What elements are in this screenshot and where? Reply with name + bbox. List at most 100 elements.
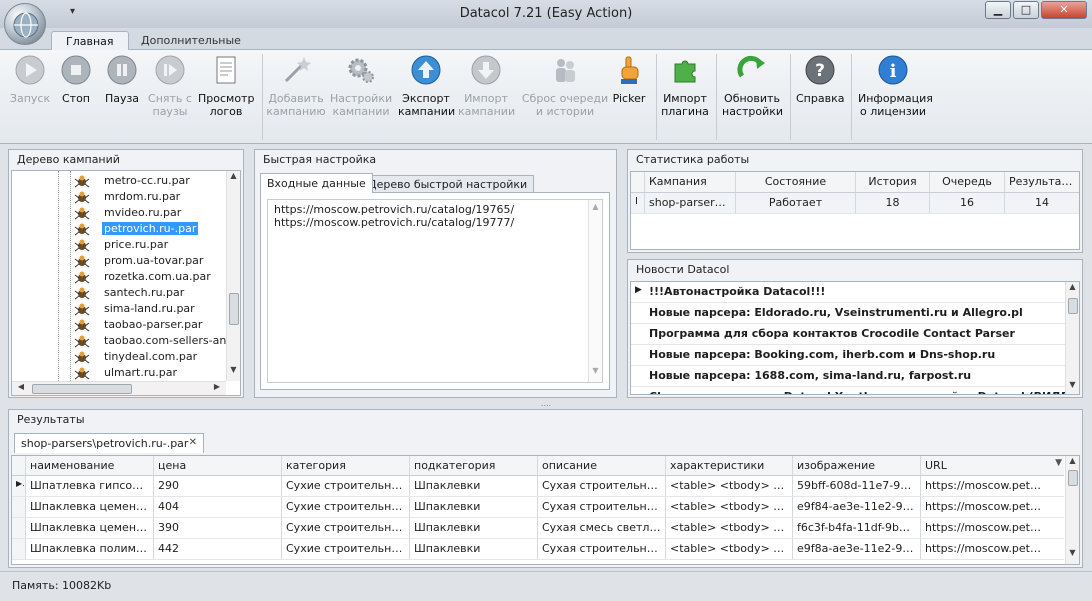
stats-row[interactable]: I shop-parsers\... Работает 18 16 14 — [631, 193, 1079, 214]
column-header[interactable]: Очередь — [930, 172, 1005, 192]
add-campaign-button[interactable]: Добавить кампанию — [266, 54, 326, 118]
app-menu-orb[interactable] — [4, 3, 46, 45]
pause-button[interactable]: Пауза — [100, 54, 144, 105]
export-campaign-button[interactable]: Экспорт кампании — [398, 54, 455, 118]
spider-robot-icon — [74, 303, 90, 316]
spider-robot-icon — [74, 191, 90, 204]
text-cursor-icon: I — [631, 193, 645, 213]
table-cell: Шпаклевки — [410, 497, 538, 517]
results-tab[interactable]: shop-parsers\petrovich.ru-.par ✕ — [14, 433, 204, 453]
urls-textarea[interactable]: https://moscow.petrovich.ru/catalog/1976… — [267, 199, 603, 383]
spider-robot-icon — [74, 223, 90, 236]
ribbon-tabs: Главная Дополнительные — [0, 28, 1092, 51]
campaign-tree[interactable]: metro-cc.ru.par mrdom.ru.par mvideo.ru.par… — [11, 170, 241, 396]
column-header[interactable]: цена — [154, 456, 282, 475]
campaign-settings-button[interactable]: Настройки кампании — [330, 54, 392, 118]
news-item[interactable]: Новые парсера: Eldorado.ru, Vseinstrumen… — [631, 303, 1065, 324]
update-settings-button[interactable]: Обновить настройки — [722, 54, 783, 118]
news-item[interactable]: Новые парсера: Booking.com, iherb.com и … — [631, 345, 1065, 366]
title-bar: ▾ Datacol 7.21 (Easy Action) ▁ □ ✕ — [0, 0, 1092, 28]
column-header[interactable]: изображение — [793, 456, 921, 475]
column-header[interactable]: URL — [921, 456, 1049, 475]
maximize-button[interactable]: □ — [1013, 1, 1039, 19]
panel-title: Результаты — [17, 413, 85, 426]
close-button[interactable]: ✕ — [1041, 1, 1087, 19]
table-cell: Шпаклевки — [410, 476, 538, 496]
news-panel: Новости Datacol ▶ !!!Автонастройка Dataco… — [627, 259, 1083, 398]
column-header[interactable]: Состояние — [736, 172, 856, 192]
table-row[interactable]: Шпаклевка цементна... 404 Сухие строительн… — [12, 497, 1064, 518]
column-header[interactable]: История — [856, 172, 930, 192]
news-scrollbar[interactable]: ▲ ▼ — [1065, 282, 1079, 394]
table-cell: 442 — [154, 539, 282, 559]
view-logs-button[interactable]: Просмотр логов — [198, 54, 254, 118]
window-title: Datacol 7.21 (Easy Action) — [459, 6, 633, 21]
tree-vertical-scrollbar[interactable]: ▲ ▼ — [226, 171, 240, 381]
ribbon-separator — [656, 54, 657, 140]
campaign-tree-panel: Дерево кампаний metro-cc.ru.par mrdom.ru.… — [8, 149, 244, 398]
column-header[interactable]: наименование — [26, 456, 154, 475]
pointing-hand-icon — [621, 56, 639, 84]
picker-button[interactable]: Picker — [610, 54, 648, 105]
play-icon — [15, 55, 45, 85]
table-cell: 290 — [154, 476, 282, 496]
input-data-area: https://moscow.petrovich.ru/catalog/1976… — [260, 192, 610, 390]
column-header[interactable]: описание — [538, 456, 666, 475]
table-row[interactable]: Шпаклевка цементна... 390 Сухие строительн… — [12, 518, 1064, 539]
tab-main[interactable]: Главная — [51, 31, 129, 51]
help-button[interactable]: ? Справка — [796, 54, 844, 105]
splitter-grip[interactable]: .... — [538, 400, 554, 408]
news-item[interactable]: ▶ !!!Автонастройка Datacol!!! — [631, 282, 1065, 303]
scroll-thumb[interactable] — [1068, 298, 1078, 314]
unpause-button[interactable]: Снять с паузы — [146, 54, 194, 118]
column-header[interactable]: подкатегория — [410, 456, 538, 475]
scroll-down-icon[interactable]: ▼ — [1066, 548, 1079, 562]
column-header[interactable]: характеристики — [666, 456, 793, 475]
scroll-up-icon[interactable]: ▲ — [589, 202, 602, 216]
start-button[interactable]: Запуск — [8, 54, 52, 105]
spider-robot-icon — [74, 319, 90, 332]
table-row[interactable]: Шпаклевка полимерн... 442 Сухие строительн… — [12, 539, 1064, 560]
news-item[interactable]: Новые парсера: 1688.com, sima-land.ru, f… — [631, 366, 1065, 387]
tree-item-label: price.ru.par — [104, 238, 169, 251]
scroll-right-icon[interactable]: ▶ — [210, 382, 224, 395]
news-item[interactable]: Программа для сбора контактов Crocodile … — [631, 324, 1065, 345]
scroll-up-icon[interactable]: ▲ — [1066, 456, 1079, 470]
filter-icon[interactable]: ▼ — [1055, 458, 1062, 468]
stop-button[interactable]: Стоп — [54, 54, 98, 105]
results-scrollbar[interactable]: ▲ ▼ — [1065, 456, 1079, 564]
scroll-up-icon[interactable]: ▲ — [227, 171, 240, 185]
scroll-down-icon[interactable]: ▼ — [589, 366, 602, 380]
scroll-down-icon[interactable]: ▼ — [227, 365, 240, 379]
scroll-down-icon[interactable]: ▼ — [1066, 380, 1079, 394]
column-header[interactable]: категория — [282, 456, 410, 475]
tree-horizontal-scrollbar[interactable]: ◀ ▶ — [12, 381, 226, 395]
scroll-thumb[interactable] — [229, 293, 239, 325]
table-cell: <table> <tbody> <tr... — [666, 476, 793, 496]
column-header[interactable]: Результаты — [1005, 172, 1079, 192]
table-row[interactable]: ▶ Шпатлевка гипсовая ... 290 Сухие строител… — [12, 476, 1064, 497]
scroll-up-icon[interactable]: ▲ — [1066, 282, 1079, 296]
table-cell: Шпаклевка цементна... — [26, 497, 154, 517]
tab-input-data[interactable]: Входные данные — [260, 173, 373, 193]
table-cell: Шпаклевка цементна... — [26, 518, 154, 538]
scroll-thumb[interactable] — [1068, 470, 1078, 486]
import-plugin-button[interactable]: Импорт плагина — [660, 54, 710, 118]
close-tab-icon[interactable]: ✕ — [189, 437, 197, 448]
license-info-button[interactable]: i Информация о лицензии — [858, 54, 933, 118]
column-header[interactable]: Кампания — [645, 172, 736, 192]
reset-queue-button[interactable]: Сброс очереди и истории — [520, 54, 610, 118]
tab-additional[interactable]: Дополнительные — [127, 31, 255, 51]
magic-wand-icon — [284, 57, 311, 83]
spider-robot-icon — [74, 367, 90, 380]
scroll-thumb[interactable] — [32, 384, 132, 394]
minimize-button[interactable]: ▁ — [985, 1, 1011, 19]
tab-quick-tree[interactable]: Дерево быстрой настройки — [361, 175, 535, 193]
news-item[interactable]: Chrome расширение Datacol Xpath: для нас… — [631, 387, 1079, 394]
import-campaign-button[interactable]: Импорт кампании — [458, 54, 515, 118]
table-cell: Шпатлевка гипсовая ... — [26, 476, 154, 496]
textarea-scrollbar[interactable]: ▲ ▼ — [588, 200, 602, 382]
scroll-left-icon[interactable]: ◀ — [14, 382, 28, 395]
news-title: Программа для сбора контактов Crocodile … — [649, 327, 1015, 340]
spider-robot-icon — [74, 335, 90, 348]
